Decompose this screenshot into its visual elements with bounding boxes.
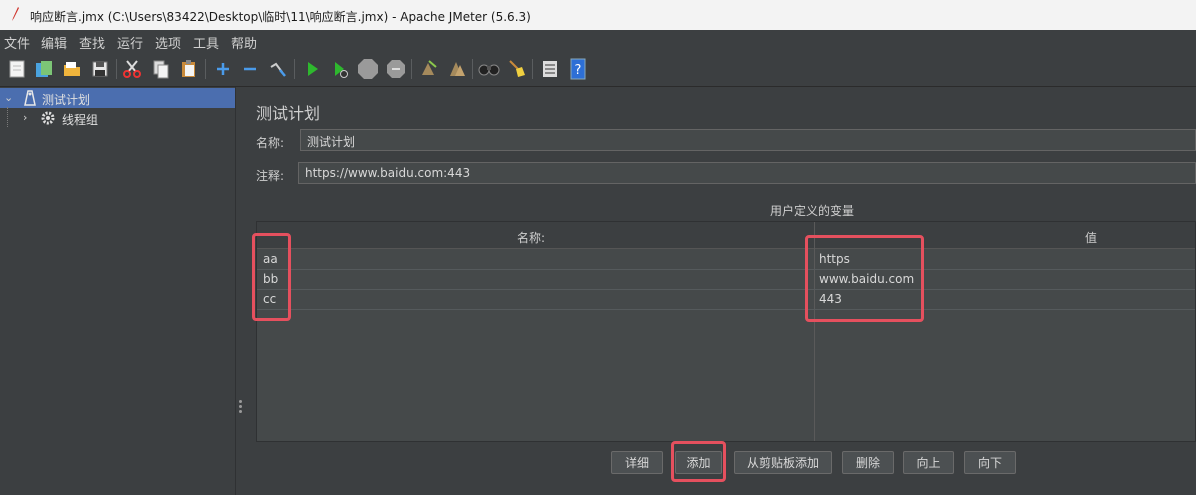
paste-icon[interactable] bbox=[177, 57, 201, 81]
toolbar: ? bbox=[0, 52, 1196, 87]
templates-icon[interactable] bbox=[32, 57, 56, 81]
open-icon[interactable] bbox=[60, 57, 84, 81]
function-helper-icon[interactable] bbox=[538, 57, 562, 81]
table-row[interactable]: bb www.baidu.com bbox=[257, 269, 1195, 290]
copy-icon[interactable] bbox=[149, 57, 173, 81]
user-variables-title: 用户定义的变量 bbox=[769, 204, 854, 218]
column-header-value[interactable]: 值 bbox=[1085, 229, 1097, 246]
chevron-right-icon[interactable]: › bbox=[23, 111, 27, 124]
test-plan-tree: ⌄ 测试计划 › 线程组 bbox=[0, 87, 236, 495]
add-button[interactable]: 添加 bbox=[675, 451, 722, 474]
clear-all-icon[interactable] bbox=[445, 57, 469, 81]
new-icon[interactable] bbox=[5, 57, 29, 81]
tree-item-label: 线程组 bbox=[62, 113, 99, 127]
reset-search-icon[interactable] bbox=[505, 57, 529, 81]
test-plan-icon bbox=[24, 90, 36, 106]
stop-icon[interactable] bbox=[356, 57, 380, 81]
menu-file[interactable]: 文件 bbox=[4, 33, 30, 52]
help-icon[interactable]: ? bbox=[566, 57, 590, 81]
menu-search[interactable]: 查找 bbox=[79, 33, 105, 52]
splitter-handle[interactable] bbox=[239, 400, 243, 414]
expand-icon[interactable] bbox=[211, 57, 235, 81]
detail-button[interactable]: 详细 bbox=[611, 451, 663, 474]
annotation-box-values bbox=[805, 235, 924, 322]
window-title: 响应断言.jmx (C:\Users\83422\Desktop\临时\11\响… bbox=[30, 10, 531, 24]
search-icon[interactable] bbox=[477, 57, 501, 81]
delete-button[interactable]: 删除 bbox=[842, 451, 894, 474]
panel-title: 测试计划 bbox=[256, 104, 321, 123]
svg-text:?: ? bbox=[575, 63, 582, 78]
jmeter-feather-icon bbox=[12, 7, 19, 21]
move-up-button[interactable]: 向上 bbox=[903, 451, 954, 474]
menu-run[interactable]: 运行 bbox=[117, 33, 143, 52]
tree-guide-line bbox=[7, 107, 9, 127]
annotation-box-names bbox=[252, 233, 291, 321]
tree-item-label: 测试计划 bbox=[42, 93, 91, 107]
tree-item-thread-group[interactable]: › 线程组 bbox=[0, 108, 235, 128]
save-icon[interactable] bbox=[88, 57, 112, 81]
menu-bar: 文件 编辑 查找 运行 选项 工具 帮助 bbox=[0, 30, 1196, 52]
shutdown-icon[interactable] bbox=[384, 57, 408, 81]
toggle-icon[interactable] bbox=[266, 57, 290, 81]
menu-help[interactable]: 帮助 bbox=[231, 33, 257, 52]
tree-item-test-plan[interactable]: ⌄ 测试计划 bbox=[0, 88, 235, 108]
name-field[interactable]: 测试计划 bbox=[300, 129, 1196, 151]
comment-field[interactable]: https://www.baidu.com:443 bbox=[298, 162, 1196, 184]
name-label: 名称: bbox=[256, 136, 285, 150]
chevron-down-icon[interactable]: ⌄ bbox=[4, 91, 13, 104]
collapse-icon[interactable] bbox=[238, 57, 262, 81]
start-icon[interactable] bbox=[300, 57, 324, 81]
cut-icon[interactable] bbox=[120, 57, 144, 81]
table-row[interactable]: cc 443 bbox=[257, 289, 1195, 310]
comment-label: 注释: bbox=[256, 169, 285, 183]
move-down-button[interactable]: 向下 bbox=[964, 451, 1016, 474]
user-variables-table: 名称: 值 aa https bb www.baidu.com cc 443 bbox=[256, 221, 1196, 442]
start-no-pause-icon[interactable] bbox=[328, 57, 352, 81]
table-header: 名称: 值 bbox=[257, 222, 1195, 249]
column-header-name[interactable]: 名称: bbox=[517, 229, 545, 246]
add-from-clipboard-button[interactable]: 从剪贴板添加 bbox=[734, 451, 832, 474]
gear-icon bbox=[41, 111, 55, 125]
clear-icon[interactable] bbox=[416, 57, 440, 81]
title-bar: 响应断言.jmx (C:\Users\83422\Desktop\临时\11\响… bbox=[0, 0, 1196, 30]
menu-options[interactable]: 选项 bbox=[155, 33, 181, 52]
menu-edit[interactable]: 编辑 bbox=[41, 33, 67, 52]
menu-tools[interactable]: 工具 bbox=[193, 33, 219, 52]
table-row[interactable]: aa https bbox=[257, 249, 1195, 270]
